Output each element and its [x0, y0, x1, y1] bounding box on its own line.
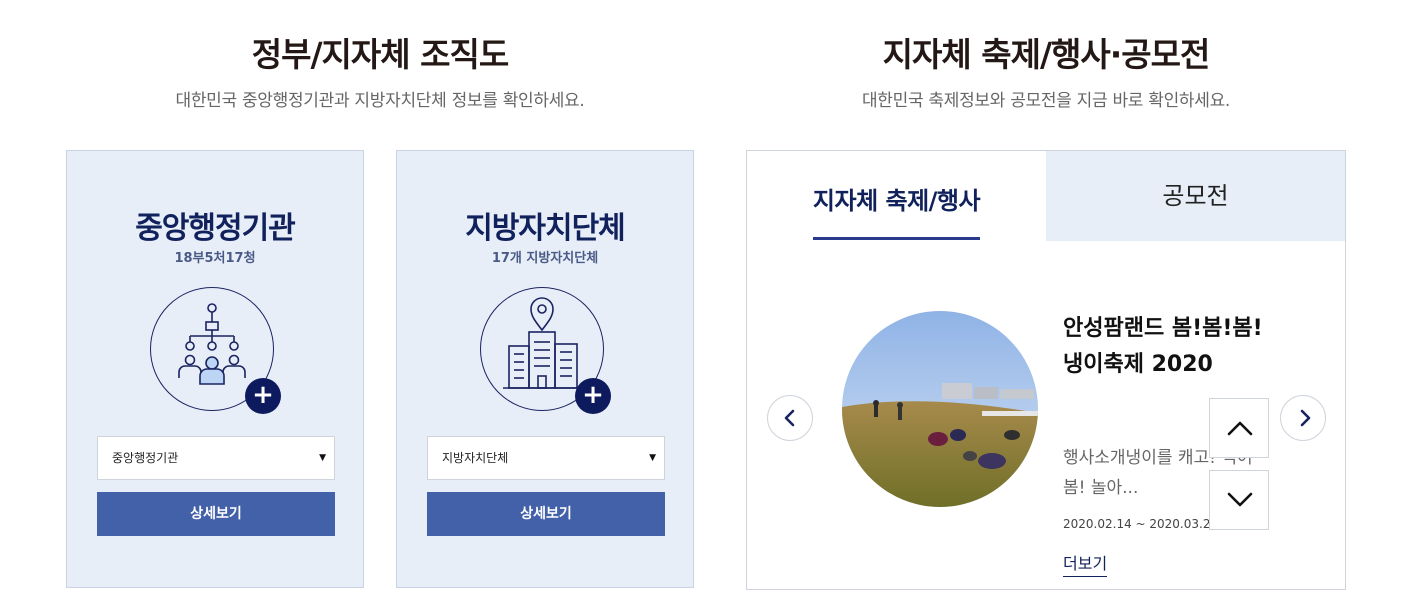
card-subtitle: 17개 지방자치단체	[491, 251, 599, 266]
prev-slide-button[interactable]	[767, 395, 813, 441]
tab-label: 지자체 축제/행사	[812, 181, 981, 240]
card-title: 지방자치단체	[465, 211, 626, 246]
next-slide-button[interactable]	[1280, 395, 1326, 441]
plus-icon[interactable]: +	[245, 378, 281, 414]
caret-down-icon: ▼	[319, 453, 326, 463]
caret-down-icon: ▼	[649, 453, 656, 463]
local-government-select[interactable]: 지방자치단체 ▼	[427, 436, 665, 480]
festival-section-title: 지자체 축제/행사·공모전	[882, 35, 1211, 74]
more-link[interactable]: 더보기	[1063, 550, 1108, 577]
central-government-select[interactable]: 중앙행정기관 ▼	[97, 436, 335, 480]
card-title: 중앙행정기관	[135, 211, 296, 246]
chevron-right-icon	[1300, 409, 1311, 427]
festival-section-subtitle: 대한민국 축제정보와 공모전을 지금 바로 확인하세요.	[861, 91, 1231, 111]
chevron-down-icon	[1227, 492, 1253, 507]
event-date: 2020.02.14 ~ 2020.03.22	[1063, 517, 1219, 531]
event-title[interactable]: 안성팜랜드 봄!봄!봄! 냉이축제 2020	[1063, 311, 1283, 383]
central-government-detail-button[interactable]: 상세보기	[97, 492, 335, 536]
chevron-left-icon	[784, 409, 795, 427]
scroll-up-button[interactable]	[1209, 398, 1269, 458]
tab-festival-events[interactable]: 지자체 축제/행사	[747, 151, 1046, 241]
card-subtitle: 18부5처17청	[174, 251, 256, 266]
chevron-up-icon	[1227, 421, 1253, 436]
scroll-down-button[interactable]	[1209, 470, 1269, 530]
event-photo[interactable]	[842, 311, 1038, 507]
org-section-subtitle: 대한민국 중앙행정기관과 지방자치단체 정보를 확인하세요.	[175, 91, 585, 111]
festival-panel: 지자체 축제/행사 공모전 안성팜랜드 봄!봄!봄! 냉이축제 2020 행사소…	[746, 150, 1346, 590]
plus-icon[interactable]: +	[575, 378, 611, 414]
tab-contests[interactable]: 공모전	[1046, 151, 1345, 241]
local-government-detail-button[interactable]: 상세보기	[427, 492, 665, 536]
local-government-card: 지방자치단체 17개 지방자치단체 + 지방자치단체 ▼ 상세보기	[396, 150, 694, 588]
select-value: 지방자치단체	[442, 451, 509, 465]
central-government-card: 중앙행정기관 18부5처17청 + 중앙행정기관 ▼ 상세보기	[66, 150, 364, 588]
org-section-title: 정부/지자체 조직도	[251, 35, 509, 74]
select-value: 중앙행정기관	[112, 451, 179, 465]
